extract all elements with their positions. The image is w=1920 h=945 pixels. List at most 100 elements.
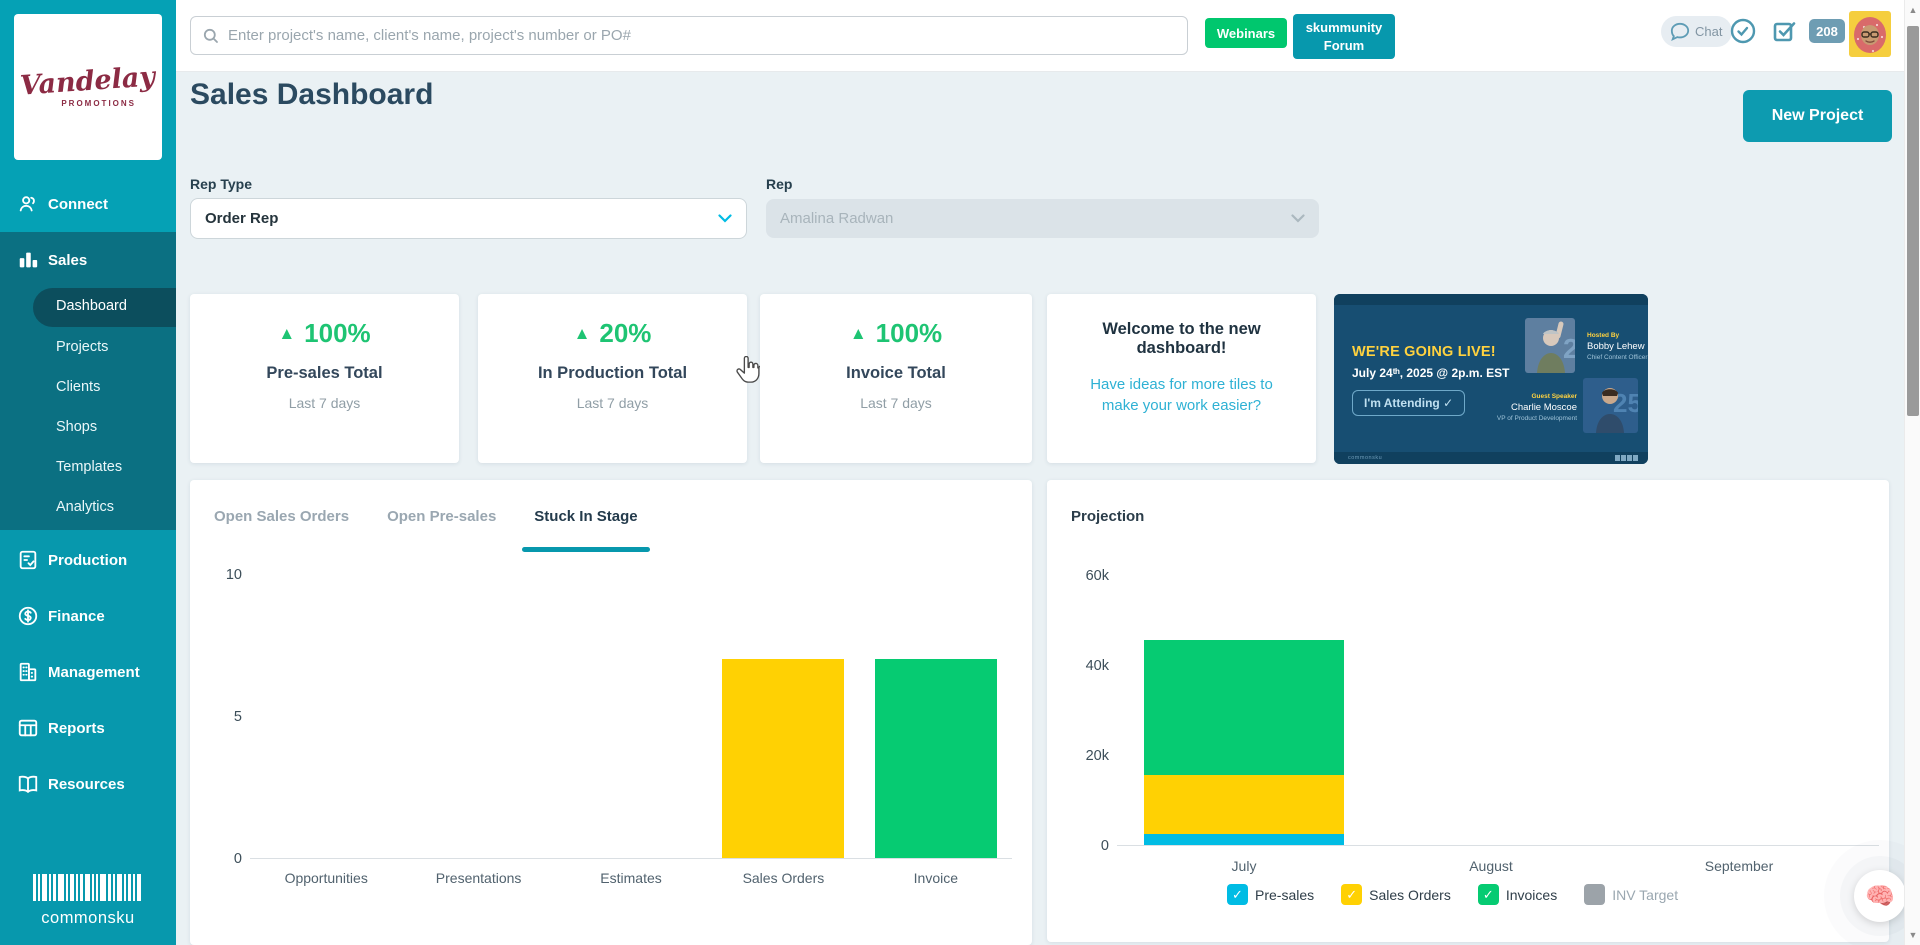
host-info: Hosted By Bobby Lehew Chief Content Offi… [1587,332,1648,361]
clock-icon[interactable] [1730,18,1756,44]
user-avatar[interactable] [1849,11,1891,57]
company-logo-sub: PROMOTIONS [61,99,136,108]
stat-card-in-production: ▲ 20% In Production Total Last 7 days [478,294,747,463]
stat-subtitle: Last 7 days [760,395,1032,411]
stage-category-labels: Opportunities Presentations Estimates Sa… [250,870,1012,886]
notification-count-badge[interactable]: 208 [1809,19,1845,43]
projection-segment [1144,775,1344,834]
stage-bars-plot [250,574,1012,858]
tab-open-sales-orders[interactable]: Open Sales Orders [214,508,349,525]
skummunity-forum-button[interactable]: skummunity Forum [1293,14,1395,59]
im-attending-button[interactable]: I'm Attending ✓ [1352,390,1465,416]
legend-checkbox[interactable]: ✓ [1341,884,1362,905]
sidebar-item-shops[interactable]: Shops [0,412,176,442]
tab-open-pre-sales[interactable]: Open Pre-sales [387,508,496,525]
sidebar-item-label: Clients [56,379,100,395]
legend-item[interactable]: ✓ Pre-sales [1227,884,1314,905]
svg-text:2: 2 [1563,333,1575,364]
banner-top-strip [1334,294,1648,305]
sidebar-item-label: Connect [48,196,108,213]
stat-title: Pre-sales Total [190,364,459,383]
projection-chart-card: Projection 60k 40k 20k 0 July August Sep… [1047,480,1889,942]
new-project-button[interactable]: New Project [1743,90,1892,142]
sidebar-item-connect[interactable]: Connect [0,186,176,222]
host-photo: 2 [1525,318,1575,373]
up-triangle-icon: ▲ [278,324,295,344]
page-title: Sales Dashboard [190,78,433,112]
legend-item[interactable]: ✓ Invoices [1478,884,1557,905]
rep-select-disabled: Amalina Radwan [766,199,1319,238]
sidebar-item-production[interactable]: Production [0,542,176,578]
banner-logo-icon [1615,455,1638,461]
y-tick: 60k [1069,568,1109,584]
sidebar-item-label: Production [48,552,127,569]
legend-item[interactable]: ✓ Sales Orders [1341,884,1451,905]
rep-value: Amalina Radwan [780,210,893,227]
month-label: August [1469,858,1513,874]
x-axis-line [1117,845,1879,846]
welcome-heading: Welcome to the new dashboard! [1065,320,1298,358]
chat-button[interactable]: Chat [1661,16,1732,47]
sidebar-item-projects[interactable]: Projects [0,332,176,362]
chat-label: Chat [1695,24,1722,39]
legend-checkbox[interactable]: ✓ [1227,884,1248,905]
sidebar-item-analytics[interactable]: Analytics [0,492,176,522]
sidebar-item-clients[interactable]: Clients [0,372,176,402]
month-label: September [1705,858,1773,874]
sidebar-item-sales[interactable]: Sales [0,242,176,278]
legend-item[interactable]: INV Target [1584,884,1678,905]
stage-chart-card: Open Sales Orders Open Pre-sales Stuck I… [190,480,1032,945]
finance-icon [16,604,40,628]
legend-checkbox[interactable] [1584,884,1605,905]
sidebar-item-resources[interactable]: Resources [0,766,176,802]
y-tick: 20k [1069,748,1109,764]
month-label: July [1232,858,1257,874]
stat-card-invoice: ▲ 100% Invoice Total Last 7 days [760,294,1032,463]
banner-headline: WE'RE GOING LIVE! [1352,344,1496,360]
rep-type-label: Rep Type [190,176,252,192]
up-triangle-icon: ▲ [850,324,867,344]
scroll-up-arrow[interactable]: ▲ [1905,2,1920,18]
guest-name: Charlie Moscoe [1464,402,1577,413]
sidebar-item-dashboard[interactable]: Dashboard [33,288,176,327]
hosted-by-label: Hosted By [1587,332,1648,339]
category-label: Invoice [860,870,1012,886]
legend-checkbox[interactable]: ✓ [1478,884,1499,905]
webinars-button[interactable]: Webinars [1205,18,1287,48]
legend-label: Invoices [1506,887,1557,903]
tab-stuck-in-stage[interactable]: Stuck In Stage [534,508,637,525]
category-label: Estimates [555,870,707,886]
rep-type-select[interactable]: Order Rep [190,198,747,239]
reports-icon [16,716,40,740]
scrollbar[interactable]: ▲ ▼ [1904,0,1920,945]
commonsku-barcode-icon [33,874,143,901]
scrollbar-thumb[interactable] [1907,26,1919,416]
sidebar-item-templates[interactable]: Templates [0,452,176,482]
forum-label-line1: skummunity [1306,20,1383,35]
sidebar-item-finance[interactable]: Finance [0,598,176,634]
sidebar-item-label: Resources [48,776,125,793]
sidebar-item-reports[interactable]: Reports [0,710,176,746]
scroll-down-arrow[interactable]: ▼ [1905,927,1920,943]
guest-info: Guest Speaker Charlie Moscoe VP of Produ… [1464,393,1577,422]
projection-segment [1144,834,1344,845]
company-logo[interactable]: Vandelay PROMOTIONS [14,14,162,160]
global-search[interactable] [190,16,1188,55]
commonsku-wordmark: commonsku [0,909,176,928]
company-logo-script: Vandelay [20,61,157,101]
chevron-down-icon [1291,214,1305,223]
resources-icon [16,772,40,796]
stat-title: In Production Total [478,364,747,383]
sidebar-item-management[interactable]: Management [0,654,176,690]
welcome-feedback-link[interactable]: Have ideas for more tiles to make your w… [1073,374,1290,416]
sales-icon [16,248,40,272]
sidebar-item-label: Sales [48,252,87,269]
assistant-fab-button[interactable]: 🧠 [1854,870,1906,922]
guest-photo: 25 [1583,378,1638,433]
search-input[interactable] [228,27,1168,44]
production-icon [16,548,40,572]
sidebar-item-label: Finance [48,608,105,625]
live-event-banner[interactable]: WE'RE GOING LIVE! July 24ᵗʰ, 2025 @ 2p.m… [1334,294,1648,464]
stat-subtitle: Last 7 days [190,395,459,411]
tasks-checkbox-icon[interactable] [1772,20,1796,44]
